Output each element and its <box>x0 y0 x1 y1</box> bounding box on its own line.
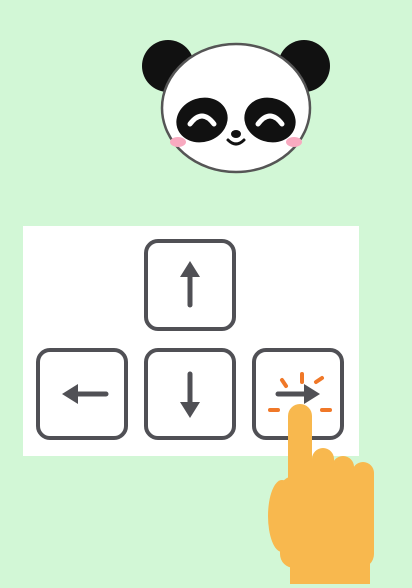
arrow-up-icon <box>180 261 200 308</box>
pointing-hand-icon <box>268 404 374 584</box>
left-arrow-key[interactable] <box>36 348 128 440</box>
down-arrow-key[interactable] <box>144 348 236 440</box>
panda-face-icon <box>142 40 330 174</box>
up-arrow-key[interactable] <box>144 239 236 331</box>
arrow-left-icon <box>62 384 109 404</box>
arrow-down-icon <box>180 371 200 418</box>
